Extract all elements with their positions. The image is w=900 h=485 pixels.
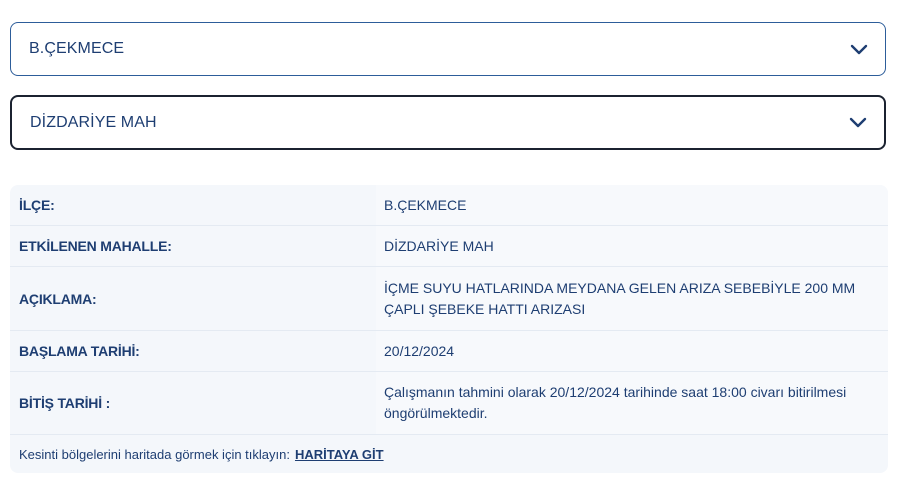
row-value: Çalışmanın tahmini olarak 20/12/2024 tar… bbox=[376, 372, 888, 434]
table-row: İLÇE: B.ÇEKMECE bbox=[10, 185, 888, 226]
district-select-value: B.ÇEKMECE bbox=[29, 40, 125, 57]
row-value: DİZDARİYE MAH bbox=[376, 226, 888, 266]
row-label: BİTİŞ TARİHİ : bbox=[19, 395, 111, 411]
chevron-down-icon[interactable] bbox=[848, 113, 868, 133]
neighborhood-select-value: DİZDARİYE MAH bbox=[30, 113, 157, 131]
row-label: ETKİLENEN MAHALLE: bbox=[19, 238, 172, 254]
row-value: İÇME SUYU HATLARINDA MEYDANA GELEN ARIZA… bbox=[376, 267, 888, 330]
map-link[interactable]: HARİTAYA GİT bbox=[295, 447, 384, 462]
row-label: İLÇE: bbox=[19, 197, 55, 213]
table-row: AÇIKLAMA: İÇME SUYU HATLARINDA MEYDANA G… bbox=[10, 267, 888, 331]
neighborhood-select[interactable]: DİZDARİYE MAH bbox=[10, 95, 886, 150]
map-link-row: Kesinti bölgelerini haritada görmek için… bbox=[10, 435, 888, 473]
chevron-down-icon[interactable] bbox=[849, 39, 869, 59]
table-row: BAŞLAMA TARİHİ: 20/12/2024 bbox=[10, 331, 888, 372]
table-row: ETKİLENEN MAHALLE: DİZDARİYE MAH bbox=[10, 226, 888, 267]
row-value: B.ÇEKMECE bbox=[376, 185, 888, 225]
row-label: BAŞLAMA TARİHİ: bbox=[19, 343, 140, 359]
row-label: AÇIKLAMA: bbox=[19, 290, 97, 307]
district-select[interactable]: B.ÇEKMECE bbox=[10, 22, 886, 76]
row-value: 20/12/2024 bbox=[376, 331, 888, 371]
footer-text: Kesinti bölgelerini haritada görmek için… bbox=[19, 446, 290, 462]
outage-info-table: İLÇE: B.ÇEKMECE ETKİLENEN MAHALLE: DİZDA… bbox=[10, 185, 888, 473]
table-row: BİTİŞ TARİHİ : Çalışmanın tahmini olarak… bbox=[10, 372, 888, 435]
